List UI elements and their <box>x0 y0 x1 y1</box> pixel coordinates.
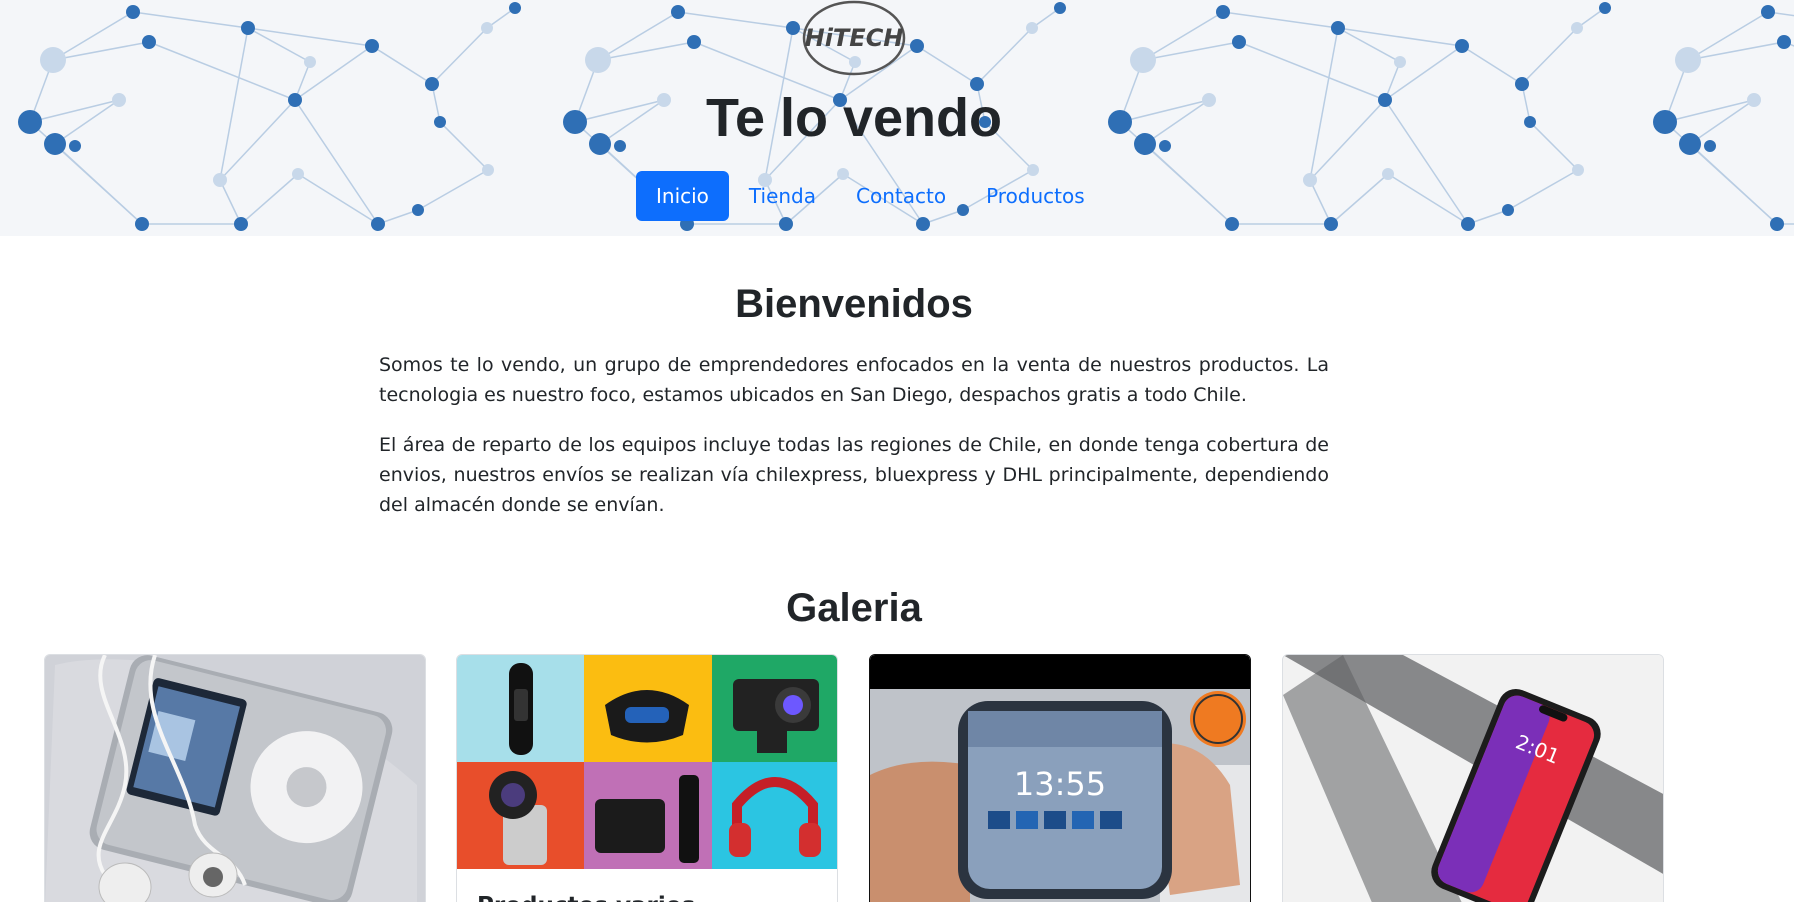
network-edge <box>417 169 489 211</box>
network-node <box>40 47 66 73</box>
welcome-title: Bienvenidos <box>735 282 973 326</box>
network-node <box>1394 56 1406 68</box>
network-node <box>1216 5 1230 19</box>
network-node <box>135 217 149 231</box>
network-node <box>241 21 255 35</box>
network-node <box>1770 217 1784 231</box>
network-node <box>1382 168 1394 180</box>
site-title: Te lo vendo <box>705 88 1003 148</box>
network-node <box>1572 164 1584 176</box>
network-edge <box>247 27 373 47</box>
gallery-card-ipod[interactable] <box>44 654 426 902</box>
network-node <box>1675 47 1701 73</box>
network-edge <box>54 143 143 225</box>
network-node <box>482 164 494 176</box>
network-node <box>910 39 924 53</box>
network-node <box>1747 93 1761 107</box>
network-node <box>481 22 493 34</box>
network-node <box>412 204 424 216</box>
network-node <box>585 47 611 73</box>
card-title-productos-varios: Productos varios <box>477 893 695 902</box>
network-node <box>1232 35 1246 49</box>
gallery-card-iphone[interactable]: 2:01 <box>1282 654 1664 902</box>
network-edge <box>1521 27 1578 85</box>
network-node <box>292 168 304 180</box>
network-node <box>786 21 800 35</box>
network-node <box>1054 2 1066 14</box>
logo-text: HiTECH <box>805 24 904 52</box>
network-node <box>365 39 379 53</box>
gallery-title: Galeria <box>786 586 922 630</box>
network-node <box>1761 5 1775 19</box>
network-edge <box>916 45 978 85</box>
network-node <box>671 5 685 19</box>
gallery-card-products[interactable]: Productos varios <box>456 654 838 902</box>
network-edge <box>431 27 488 85</box>
network-node <box>304 56 316 68</box>
nav-productos[interactable]: Productos <box>966 171 1105 221</box>
nav-contacto[interactable]: Contacto <box>836 171 966 221</box>
network-node <box>1331 21 1345 35</box>
network-edge <box>1222 11 1339 29</box>
network-node <box>1324 217 1338 231</box>
network-edge <box>1144 143 1233 225</box>
network-edge <box>240 173 299 225</box>
network-node <box>1461 217 1475 231</box>
ipod-image <box>45 655 425 902</box>
gallery-card-wearable[interactable]: 13:55 <box>869 654 1251 902</box>
flexible-display-image: 13:55 <box>870 655 1250 902</box>
network-node <box>509 2 521 14</box>
network-node <box>234 217 248 231</box>
network-node <box>1502 204 1514 216</box>
network-node <box>1026 22 1038 34</box>
network-node <box>213 173 227 187</box>
network-edge <box>1337 27 1463 47</box>
network-edge <box>976 27 1033 85</box>
network-edge <box>1783 41 1794 47</box>
network-edge <box>1507 169 1579 211</box>
main-nav: Inicio Tienda Contacto Productos <box>636 171 1105 221</box>
network-edge <box>219 179 242 225</box>
site-header: HiTECH Te lo vendo Inicio Tienda Contact… <box>0 0 1794 236</box>
network-node <box>1777 35 1791 49</box>
network-node <box>1303 173 1317 187</box>
network-edge <box>1461 45 1523 85</box>
network-node <box>1455 39 1469 53</box>
network-edge <box>1309 179 1332 225</box>
network-edge <box>371 45 433 85</box>
network-node <box>1130 47 1156 73</box>
hitech-logo[interactable]: HiTECH <box>802 0 906 78</box>
network-edge <box>132 11 249 29</box>
wearable-screen-time: 13:55 <box>1014 765 1106 803</box>
network-node <box>1225 217 1239 231</box>
nav-tienda[interactable]: Tienda <box>729 171 836 221</box>
network-node <box>371 217 385 231</box>
iphone-image: 2:01 <box>1283 655 1663 902</box>
network-node <box>142 35 156 49</box>
network-edge <box>297 173 379 225</box>
welcome-paragraph-1: Somos te lo vendo, un grupo de emprended… <box>379 354 1329 406</box>
network-edge <box>1689 143 1778 225</box>
network-node <box>1571 22 1583 34</box>
network-edge <box>677 11 794 29</box>
network-edge <box>1330 173 1389 225</box>
product-collage-image <box>457 655 837 869</box>
welcome-paragraph-2: El área de reparto de los equipos incluy… <box>379 434 1329 516</box>
network-node <box>126 5 140 19</box>
network-node <box>1599 2 1611 14</box>
network-edge <box>1387 173 1469 225</box>
nav-inicio[interactable]: Inicio <box>636 171 729 221</box>
network-node <box>687 35 701 49</box>
